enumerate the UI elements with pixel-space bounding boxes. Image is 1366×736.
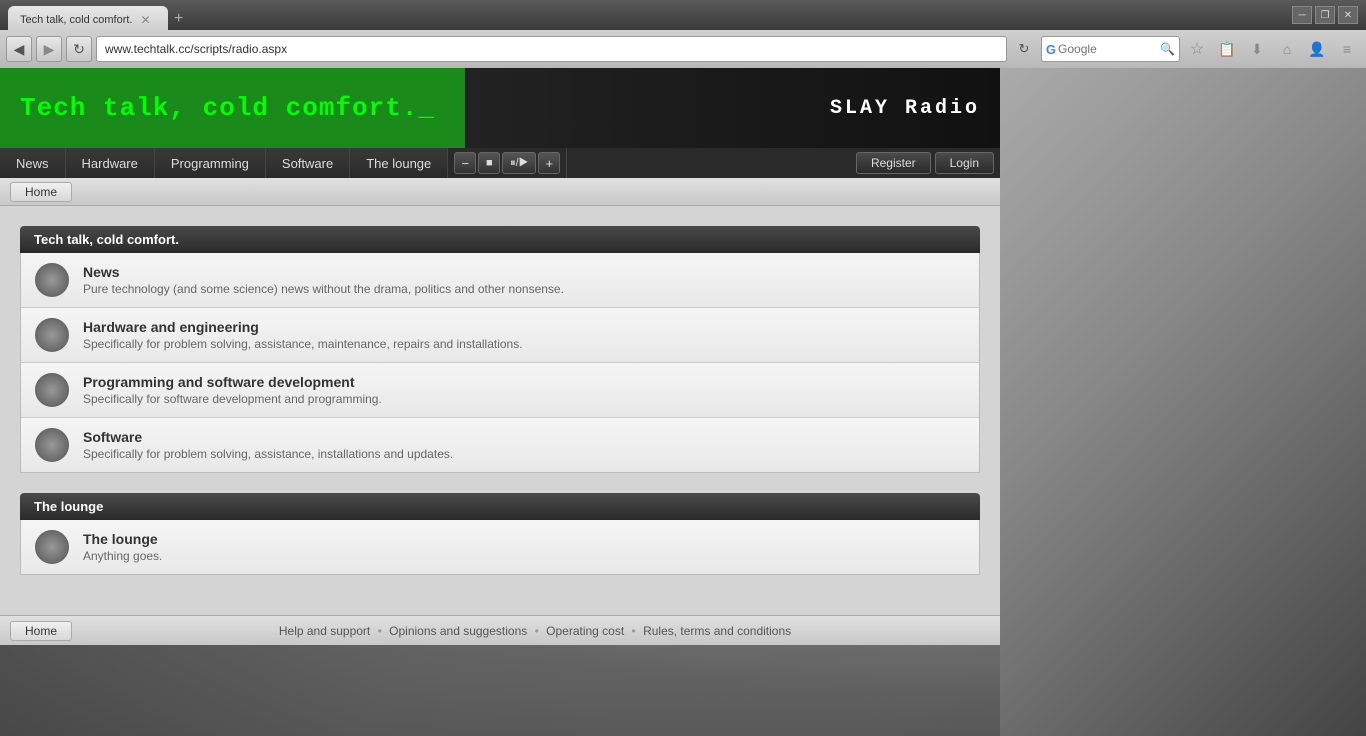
forum-icon-news <box>35 263 69 297</box>
footer-link-cost[interactable]: Operating cost <box>546 624 624 638</box>
nav-item-lounge[interactable]: The lounge <box>350 148 448 178</box>
site-header: Tech talk, cold comfort._ SLAY Radio <box>0 68 1000 148</box>
header-green-box: Tech talk, cold comfort._ <box>0 68 465 148</box>
forum-title-software: Software <box>83 429 453 445</box>
search-button[interactable]: 🔍 <box>1160 42 1175 56</box>
browser-titlebar: Tech talk, cold comfort. ✕ + ─ ❐ ✕ <box>0 0 1366 30</box>
forum-info-hardware: Hardware and engineering Specifically fo… <box>83 319 523 351</box>
radio-playpause-button[interactable]: ⏸/▶ <box>502 152 536 174</box>
main-content-area: Tech talk, cold comfort._ SLAY Radio New… <box>0 68 1000 736</box>
forum-item-news[interactable]: News Pure technology (and some science) … <box>21 253 979 308</box>
forum-item-programming[interactable]: Programming and software development Spe… <box>21 363 979 418</box>
restore-button[interactable]: ❐ <box>1315 6 1335 24</box>
footer-sep-3: • <box>632 624 636 638</box>
radio-label: SLAY Radio <box>830 97 980 120</box>
refresh-icon[interactable]: ↻ <box>1011 36 1037 62</box>
radio-stop-button[interactable]: ■ <box>478 152 500 174</box>
nav-item-news[interactable]: News <box>0 148 66 178</box>
footer-link-opinions[interactable]: Opinions and suggestions <box>389 624 527 638</box>
back-button[interactable]: ◀ <box>6 36 32 62</box>
download-icon[interactable]: ⬇ <box>1244 36 1270 62</box>
browser-toolbar: ◀ ▶ ↻ ↻ G 🔍 ☆ 📋 ⬇ ⌂ 👤 ≡ <box>0 30 1366 68</box>
footer-link-help[interactable]: Help and support <box>279 624 370 638</box>
section-header-lounge: The lounge <box>20 493 980 520</box>
forum-list-lounge: The lounge Anything goes. <box>20 520 980 575</box>
profile-icon[interactable]: 👤 <box>1304 36 1330 62</box>
footer-sep-2: • <box>535 624 539 638</box>
section-lounge: The lounge The lounge Anything goes. <box>20 493 980 575</box>
new-tab-button[interactable]: + <box>174 10 183 28</box>
menu-icon[interactable]: ≡ <box>1334 36 1360 62</box>
section-header-tech-talk: Tech talk, cold comfort. <box>20 226 980 253</box>
forum-desc-news: Pure technology (and some science) news … <box>83 282 564 296</box>
tab-title: Tech talk, cold comfort. <box>20 14 133 26</box>
forum-list-tech-talk: News Pure technology (and some science) … <box>20 253 980 473</box>
close-button[interactable]: ✕ <box>1338 6 1358 24</box>
forum-item-software[interactable]: Software Specifically for problem solvin… <box>21 418 979 472</box>
section-tech-talk: Tech talk, cold comfort. News Pure techn… <box>20 226 980 473</box>
browser-tab[interactable]: Tech talk, cold comfort. ✕ <box>8 6 168 30</box>
forum-info-thelounge: The lounge Anything goes. <box>83 531 162 563</box>
bookmark-icon[interactable]: ☆ <box>1184 36 1210 62</box>
footer-sep-1: • <box>378 624 382 638</box>
forum-info-software: Software Specifically for problem solvin… <box>83 429 453 461</box>
login-button[interactable]: Login <box>935 152 994 174</box>
footer-links: Help and support • Opinions and suggesti… <box>80 624 990 638</box>
forum-title-news: News <box>83 264 564 280</box>
forum-desc-programming: Specifically for software development an… <box>83 392 382 406</box>
search-input[interactable] <box>1058 42 1158 56</box>
forum-item-thelounge[interactable]: The lounge Anything goes. <box>21 520 979 574</box>
site-nav: News Hardware Programming Software The l… <box>0 148 1000 178</box>
minimize-button[interactable]: ─ <box>1292 6 1312 24</box>
footer-link-rules[interactable]: Rules, terms and conditions <box>643 624 791 638</box>
breadcrumb-home-button[interactable]: Home <box>10 182 72 202</box>
forum-desc-thelounge: Anything goes. <box>83 549 162 563</box>
site-title: Tech talk, cold comfort._ <box>20 93 435 123</box>
forum-title-programming: Programming and software development <box>83 374 382 390</box>
header-dark-section: SLAY Radio <box>465 68 1000 148</box>
reload-button[interactable]: ↻ <box>66 36 92 62</box>
forum-desc-hardware: Specifically for problem solving, assist… <box>83 337 523 351</box>
radio-minus-button[interactable]: − <box>454 152 476 174</box>
nav-item-software[interactable]: Software <box>266 148 350 178</box>
page-background: Tech talk, cold comfort._ SLAY Radio New… <box>0 68 1366 736</box>
forward-button[interactable]: ▶ <box>36 36 62 62</box>
tab-close-icon[interactable]: ✕ <box>141 13 151 27</box>
breadcrumb-bar: Home <box>0 178 1000 206</box>
forum-info-programming: Programming and software development Spe… <box>83 374 382 406</box>
nav-item-hardware[interactable]: Hardware <box>66 148 155 178</box>
radio-plus-button[interactable]: + <box>538 152 560 174</box>
forum-icon-software <box>35 428 69 462</box>
forum-content: Tech talk, cold comfort. News Pure techn… <box>0 206 1000 615</box>
nav-item-programming[interactable]: Programming <box>155 148 266 178</box>
history-icon[interactable]: 📋 <box>1214 36 1240 62</box>
footer-home-button[interactable]: Home <box>10 621 72 641</box>
forum-icon-hardware <box>35 318 69 352</box>
right-bg-area <box>1000 68 1366 736</box>
google-icon: G <box>1046 42 1056 57</box>
radio-controls: − ■ ⏸/▶ + <box>448 148 567 178</box>
forum-info-news: News Pure technology (and some science) … <box>83 264 564 296</box>
home-icon[interactable]: ⌂ <box>1274 36 1300 62</box>
auth-buttons: Register Login <box>850 148 1000 178</box>
forum-desc-software: Specifically for problem solving, assist… <box>83 447 453 461</box>
forum-item-hardware[interactable]: Hardware and engineering Specifically fo… <box>21 308 979 363</box>
forum-icon-programming <box>35 373 69 407</box>
address-bar[interactable] <box>96 36 1007 62</box>
forum-title-thelounge: The lounge <box>83 531 162 547</box>
footer-bar: Home Help and support • Opinions and sug… <box>0 615 1000 645</box>
forum-icon-thelounge <box>35 530 69 564</box>
forum-title-hardware: Hardware and engineering <box>83 319 523 335</box>
register-button[interactable]: Register <box>856 152 931 174</box>
